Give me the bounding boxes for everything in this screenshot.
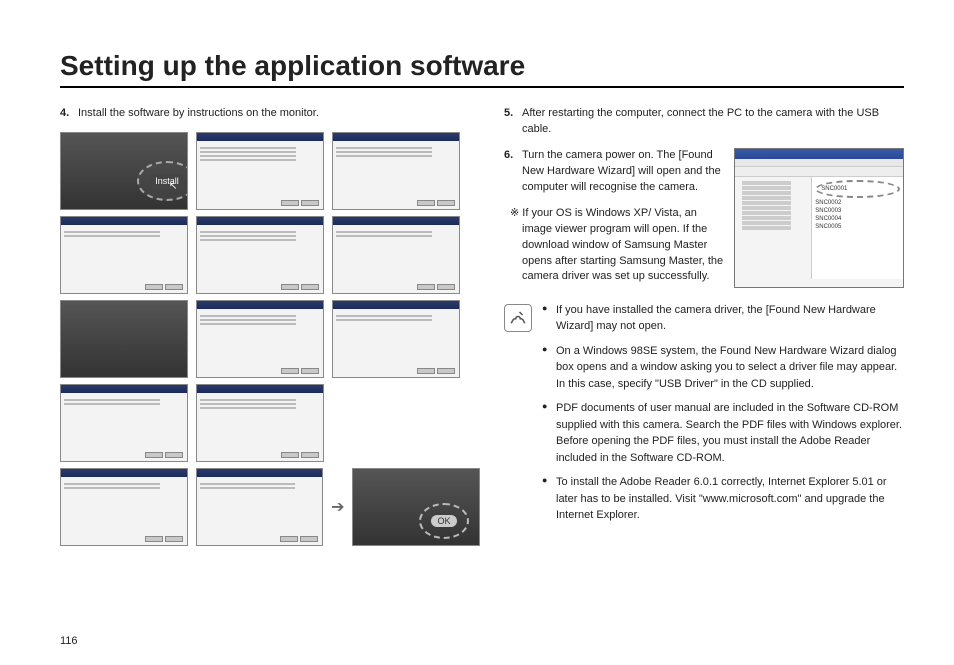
- install-screenshots: Install ↖: [60, 132, 480, 546]
- star-text: If your OS is Windows XP/ Vista, an imag…: [522, 207, 723, 283]
- step-4-number: 4.: [60, 106, 78, 122]
- install-highlight: Install: [137, 161, 188, 201]
- screenshot-splash: Install ↖: [60, 132, 188, 210]
- explorer-item: SNC0004: [815, 216, 883, 222]
- arrow-icon: ➔: [331, 497, 344, 517]
- screenshot-wizard-10: [196, 384, 324, 462]
- install-label: Install: [149, 174, 185, 188]
- screenshot-wizard-8: [332, 300, 460, 378]
- right-column: 5. After restarting the computer, connec…: [504, 106, 904, 546]
- note-icon: [504, 304, 532, 332]
- screenshot-wizard-9: [60, 384, 188, 462]
- explorer-item: SNC0001: [821, 186, 879, 192]
- screenshot-wizard-12: [196, 468, 324, 546]
- step-4-text: Install the software by instructions on …: [78, 106, 480, 122]
- page-title: Setting up the application software: [60, 50, 904, 88]
- ok-highlight: OK: [419, 503, 469, 539]
- screenshot-wizard-1: [196, 132, 324, 210]
- step-6-number: 6.: [504, 148, 522, 196]
- step-6: 6. Turn the camera power on. The [Found …: [504, 148, 724, 196]
- note-item: If you have installed the camera driver,…: [542, 302, 904, 335]
- step-5-number: 5.: [504, 106, 522, 138]
- screenshot-final: OK: [352, 468, 480, 546]
- explorer-item: SNC0003: [815, 208, 883, 214]
- explorer-item: SNC0002: [815, 200, 883, 206]
- note-item: To install the Adobe Reader 6.0.1 correc…: [542, 474, 904, 524]
- explorer-tree: [735, 177, 812, 279]
- explorer-screenshot: SNC0001 SNC0002 SNC0003 SNC0004 SNC0005: [734, 148, 904, 288]
- explorer-list: SNC0001 SNC0002 SNC0003 SNC0004 SNC0005: [812, 177, 903, 279]
- step-4: 4. Install the software by instructions …: [60, 106, 480, 122]
- step-5-text: After restarting the computer, connect t…: [522, 106, 904, 138]
- screenshot-wizard-7: [196, 300, 324, 378]
- step-6-text: Turn the camera power on. The [Found New…: [522, 148, 724, 196]
- screenshot-wizard-6: [60, 300, 188, 378]
- left-column: 4. Install the software by instructions …: [60, 106, 480, 546]
- screenshot-wizard-5: [332, 216, 460, 294]
- note-list: If you have installed the camera driver,…: [542, 302, 904, 532]
- ok-label: OK: [431, 515, 456, 527]
- screenshot-wizard-4: [196, 216, 324, 294]
- step-5: 5. After restarting the computer, connec…: [504, 106, 904, 138]
- screenshot-wizard-3: [60, 216, 188, 294]
- page-number: 116: [60, 635, 78, 647]
- note-item: PDF documents of user manual are include…: [542, 400, 904, 466]
- screenshot-wizard-2: [332, 132, 460, 210]
- cursor-icon: ↖: [169, 181, 177, 192]
- screenshot-wizard-11: [60, 468, 188, 546]
- note-box: If you have installed the camera driver,…: [504, 302, 904, 532]
- note-item: On a Windows 98SE system, the Found New …: [542, 343, 904, 393]
- explorer-item: SNC0005: [815, 224, 883, 230]
- star-marker: ※: [510, 207, 519, 219]
